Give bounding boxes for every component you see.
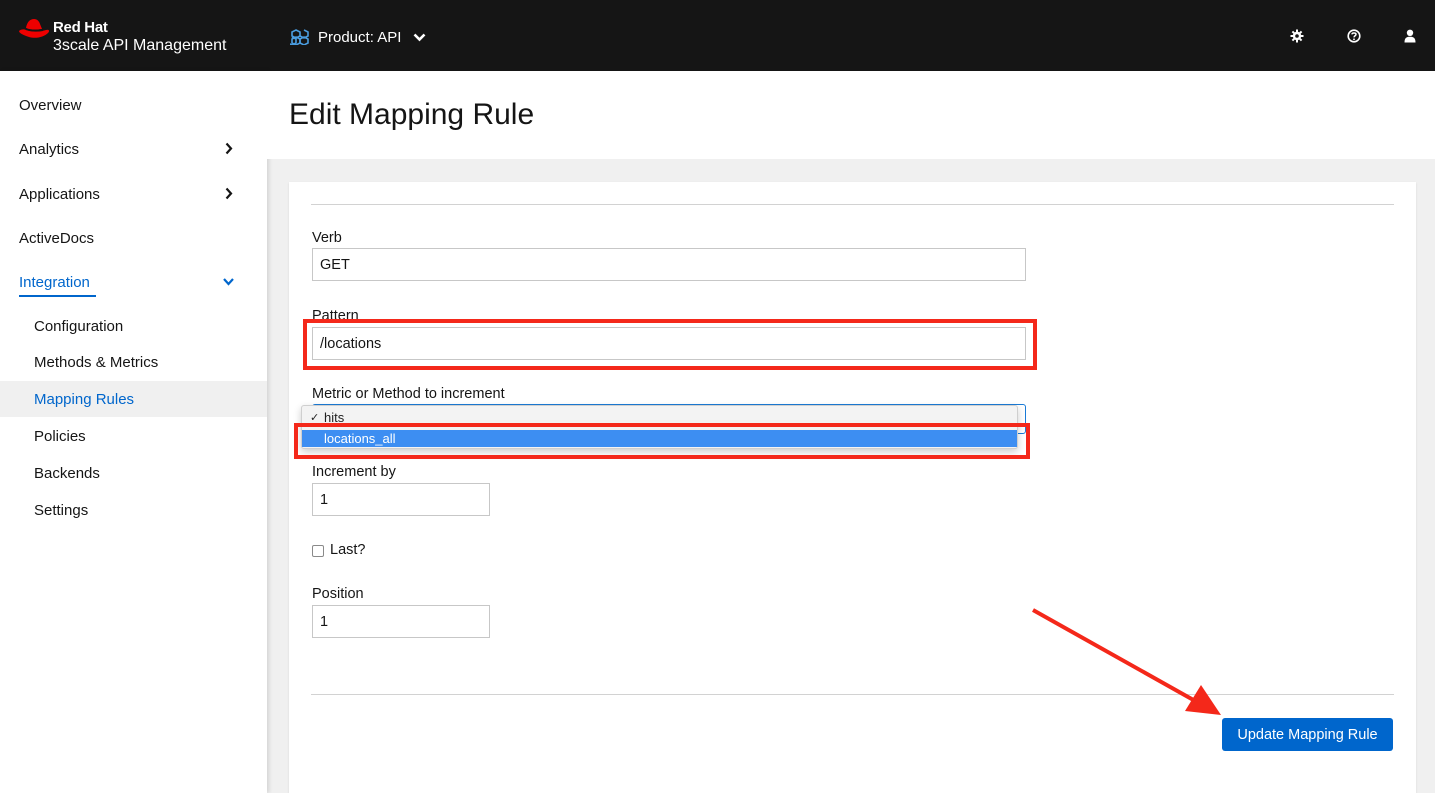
- page-header: Edit Mapping Rule: [267, 71, 1435, 159]
- sidebar-item-label: Applications: [19, 185, 100, 203]
- product-cubes-icon: [290, 29, 309, 45]
- sidebar-subitem-label: Backends: [34, 464, 100, 482]
- pattern-value: /locations: [320, 335, 382, 352]
- sidebar-item-label: ActiveDocs: [19, 229, 95, 247]
- chevron-down-icon: [223, 278, 234, 286]
- annotation-arrow-icon: [1032, 608, 1221, 715]
- sidebar-item-applications[interactable]: Applications: [0, 174, 267, 214]
- verb-select[interactable]: GET: [312, 248, 1026, 281]
- sidebar-subitem-methods-metrics[interactable]: Methods & Metrics: [0, 344, 267, 380]
- position-input[interactable]: 1: [312, 605, 490, 638]
- dropdown-option-locations-all[interactable]: locations_all: [302, 430, 1017, 447]
- red-hat-logo: [19, 19, 50, 38]
- option-label: hits: [324, 410, 345, 425]
- metric-label: Metric or Method to increment: [312, 386, 505, 402]
- active-underline: [19, 295, 96, 297]
- sidebar-item-label: Analytics: [19, 140, 80, 158]
- sidebar-item-overview[interactable]: Overview: [0, 85, 267, 125]
- top-divider: [311, 204, 1394, 205]
- gear-icon[interactable]: [1287, 26, 1307, 46]
- sidebar-item-integration[interactable]: Integration: [0, 262, 267, 302]
- metric-dropdown: ✓ hits locations_all: [301, 405, 1018, 449]
- sidebar-subitem-label: Settings: [34, 501, 89, 519]
- increment-value: 1: [320, 491, 329, 508]
- brand-logo[interactable]: Red Hat 3scale API Management: [18, 16, 258, 56]
- checkmark-icon: ✓: [310, 412, 320, 424]
- last-label: Last?: [330, 542, 366, 558]
- chevron-right-icon: [225, 142, 233, 155]
- sidebar-item-label: Integration: [19, 273, 90, 291]
- verb-value: GET: [320, 256, 350, 273]
- sidebar-subitem-policies[interactable]: Policies: [0, 418, 267, 454]
- increment-label: Increment by: [312, 464, 396, 480]
- sidebar-subitem-label: Configuration: [34, 317, 124, 335]
- dropdown-option-hits[interactable]: ✓ hits: [302, 409, 1017, 426]
- position-value: 1: [320, 613, 329, 630]
- chevron-right-icon: [225, 187, 233, 200]
- sidebar-subitem-label: Policies: [34, 427, 86, 445]
- sidebar: Overview Analytics Applications ActiveDo…: [0, 71, 267, 793]
- option-label: locations_all: [324, 431, 396, 446]
- sidebar-subitem-backends[interactable]: Backends: [0, 455, 267, 491]
- page-title: Edit Mapping Rule: [289, 98, 535, 131]
- help-icon[interactable]: [1344, 26, 1364, 46]
- bottom-divider: [311, 694, 1394, 695]
- increment-input[interactable]: 1: [312, 483, 490, 516]
- user-icon[interactable]: [1400, 26, 1420, 46]
- update-mapping-rule-button[interactable]: Update Mapping Rule: [1222, 718, 1393, 751]
- sidebar-subitem-mapping-rules[interactable]: Mapping Rules: [0, 381, 267, 417]
- sidebar-item-activedocs[interactable]: ActiveDocs: [0, 218, 267, 258]
- sidebar-item-label: Overview: [19, 96, 82, 114]
- verb-label: Verb: [312, 230, 342, 246]
- product-selector[interactable]: Product: API: [290, 26, 426, 48]
- pattern-label: Pattern: [312, 308, 359, 324]
- masthead: Red Hat 3scale API Management Product: A…: [0, 0, 1435, 71]
- brand-line2: 3scale API Management: [53, 37, 227, 54]
- product-label: Product: API: [318, 28, 402, 46]
- last-checkbox[interactable]: [312, 545, 324, 557]
- position-label: Position: [312, 586, 364, 602]
- sidebar-subitem-settings[interactable]: Settings: [0, 492, 267, 528]
- sidebar-subitem-label: Mapping Rules: [34, 390, 135, 408]
- pattern-input[interactable]: /locations: [312, 327, 1026, 360]
- chevron-down-icon: [413, 33, 426, 41]
- sidebar-subitem-label: Methods & Metrics: [34, 353, 159, 371]
- sidebar-item-analytics[interactable]: Analytics: [0, 129, 267, 169]
- brand-line1: Red Hat: [53, 19, 108, 36]
- sidebar-subitem-configuration[interactable]: Configuration: [0, 308, 267, 344]
